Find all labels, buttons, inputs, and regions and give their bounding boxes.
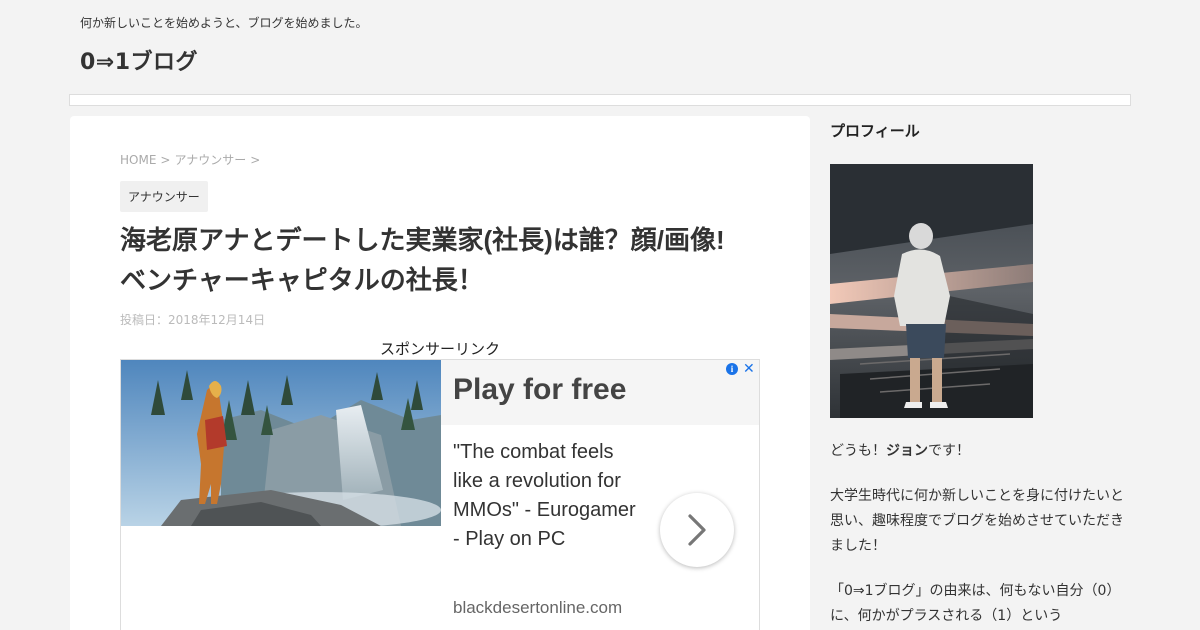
- profile-paragraph-2: 大学生時代に何か新しいことを身に付けたいと思い、趣味程度でブログを始めさせていた…: [830, 488, 1124, 554]
- sponsor-label: スポンサーリンク: [379, 340, 500, 358]
- breadcrumb-home-link[interactable]: HOME: [120, 153, 156, 167]
- breadcrumb-separator: >: [160, 153, 171, 167]
- category-badge[interactable]: アナウンサー: [120, 181, 208, 212]
- ad-body-text[interactable]: "The combat feels like a revolution for …: [453, 438, 638, 554]
- tagline: 何か新しいことを始めようと、ブログを始めました。: [80, 16, 368, 30]
- breadcrumb-category-link[interactable]: アナウンサー: [174, 153, 246, 167]
- close-icon[interactable]: ✕: [743, 361, 755, 377]
- profile-greeting: どうも！ジョンです！: [830, 439, 1130, 464]
- chevron-right-icon: [688, 514, 706, 546]
- post-date: 投稿日：2018年12月14日: [120, 313, 266, 327]
- profile-photo: [830, 164, 1033, 418]
- post-title-line-2: ベンチャーキャピタルの社長！: [120, 265, 484, 295]
- ad-next-button[interactable]: [660, 493, 734, 567]
- author-name: ジョン: [886, 443, 928, 459]
- ad-unit[interactable]: Play for free i ✕ "The combat feels like…: [120, 359, 760, 630]
- greeting-suffix: です！: [928, 443, 970, 459]
- post-title: 海老原アナとデートした実業家(社長)は誰？顔/画像! ベンチャーキャピタルの社長…: [120, 220, 770, 300]
- greeting-prefix: どうも！: [830, 443, 886, 459]
- profile-widget-title: プロフィール: [830, 122, 920, 140]
- ad-domain[interactable]: blackdesertonline.com: [453, 598, 622, 618]
- ad-headline[interactable]: Play for free: [453, 373, 626, 407]
- breadcrumb-separator: >: [250, 153, 261, 167]
- ad-image[interactable]: [121, 360, 441, 526]
- main-content: HOME > アナウンサー > アナウンサー 海老原アナとデートした実業家(社長)は誰…: [70, 116, 810, 630]
- sidebar: プロフィール どうも！ジョンです！ 大学生時代に何か新しいことを身に付けたいと思…: [830, 116, 1130, 629]
- profile-paragraph-3: 「0⇒1ブログ」の由来は、何もない自分（0）に、何かがプラスされる（1）という: [830, 583, 1121, 624]
- global-nav-bar: [69, 94, 1131, 106]
- site-title-link[interactable]: 0⇒1ブログ: [80, 44, 198, 76]
- breadcrumb: HOME > アナウンサー >: [120, 151, 264, 168]
- ad-choices[interactable]: i ✕: [726, 361, 755, 377]
- post-title-line-1: 海老原アナとデートした実業家(社長)は誰？顔/画像!: [120, 225, 725, 255]
- info-icon[interactable]: i: [726, 363, 738, 375]
